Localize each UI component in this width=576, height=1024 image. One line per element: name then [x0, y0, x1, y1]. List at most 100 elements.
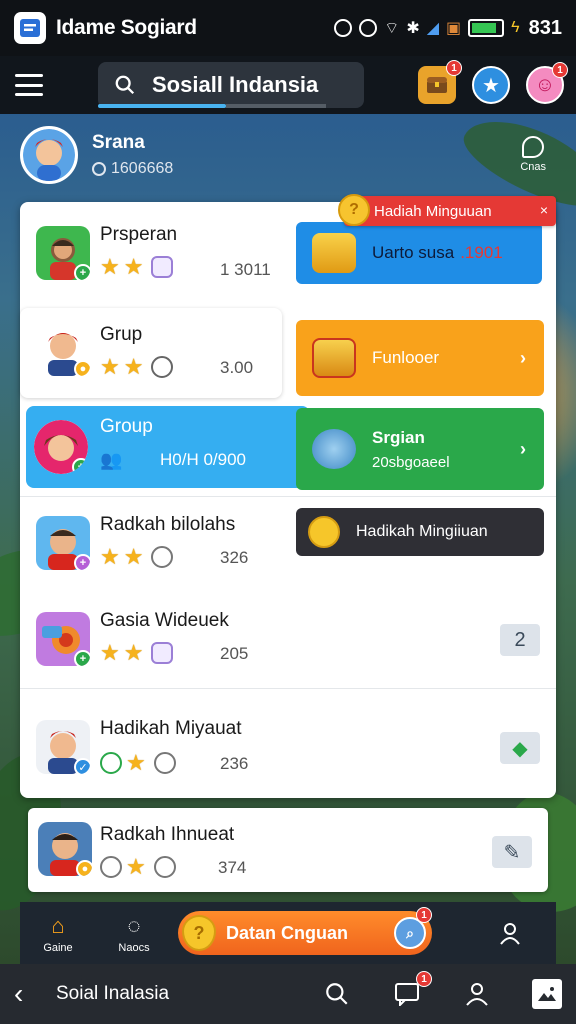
tile-price: .1901: [460, 243, 503, 262]
tile-text: Srgian 20sbgoaeel: [372, 428, 450, 471]
avatar: ●: [38, 822, 92, 876]
status-bar: Idame Sogiard ⌔ ✱ ◢ ▣ ϟ 831: [0, 0, 576, 56]
profile-id: 1606668: [92, 160, 173, 178]
search-progress: [98, 104, 226, 108]
star-icon[interactable]: ★: [472, 66, 510, 104]
lock-icon: [100, 856, 122, 878]
search-icon[interactable]: [322, 979, 352, 1009]
members-icon: 👥: [100, 450, 123, 470]
gold-bars-icon: [312, 233, 356, 273]
list-item-card[interactable]: ● Grup ★ ★ 3.00: [20, 308, 282, 398]
add-friend-icon: +: [74, 650, 90, 666]
verified-icon: ✓: [74, 758, 90, 774]
rating: ★: [100, 752, 176, 774]
top-actions: 1 ★ ☺ 1: [418, 60, 568, 104]
avatar: ●: [36, 322, 90, 376]
list-item-card[interactable]: + Prsperan ★ ★ 1 3011: [20, 202, 282, 300]
coin-icon: [308, 516, 340, 548]
star-icon: ★: [123, 544, 144, 569]
clock: 831: [528, 16, 562, 39]
smiley-icon[interactable]: ☺ 1: [526, 62, 568, 104]
rating: ★ ★: [100, 544, 174, 569]
chat-shortcut-label: Cnas: [520, 161, 546, 173]
charging-icon: ϟ: [511, 19, 520, 36]
item-title: Radkah bilolahs: [100, 514, 236, 535]
item-title: Gasia Wideuek: [100, 610, 229, 631]
gift-box-icon: [312, 338, 356, 378]
star-icon: ★: [100, 544, 120, 569]
item-title: Group: [100, 416, 153, 437]
item-value: 1 3011: [220, 260, 271, 279]
character-icon: [312, 429, 356, 469]
coin-icon: ?: [338, 194, 370, 226]
message-icon[interactable]: 1: [392, 971, 432, 1009]
gift-box-button[interactable]: Funlooer ›: [296, 320, 544, 396]
list-item[interactable]: ● Radkah Ihnueat ★ 374 ✎: [28, 808, 548, 892]
crown-icon: [153, 856, 176, 878]
list-item[interactable]: + Group 👥 H0/H 0/900 Srgian 20sbgoaeel ›: [20, 406, 556, 492]
sync-icon: [334, 19, 353, 37]
list-item[interactable]: + Prsperan ★ ★ 1 3011 Uarto susa .1901 ? …: [20, 194, 556, 300]
top-bar: 1 ★ ☺ 1: [0, 56, 576, 114]
add-friend-icon: +: [74, 264, 90, 280]
home-icon: ⌂: [51, 912, 65, 938]
profile-id-value: 1606668: [111, 160, 174, 177]
edit-chip[interactable]: ✎: [492, 836, 532, 868]
list-item[interactable]: + Radkah bilolahs ★ ★ 326 Hadikah Mingiiu…: [20, 502, 556, 592]
gold-offer-button[interactable]: Uarto susa .1901: [296, 222, 542, 284]
tab-profile[interactable]: [472, 902, 548, 964]
shield-icon: [151, 642, 174, 664]
list-item[interactable]: + Gasia Wideuek ★ ★ 205 2: [20, 598, 556, 688]
item-title: Hadikah Miyauat: [100, 718, 242, 739]
rank-chip[interactable]: 2: [500, 624, 540, 656]
item-value: 236: [220, 754, 249, 773]
leaf-chip[interactable]: ◆: [500, 732, 540, 764]
rating: ★ ★: [100, 640, 174, 665]
divider: [20, 688, 556, 689]
avatar: +: [36, 612, 90, 666]
app-title: Idame Sogiard: [56, 16, 197, 39]
weekly-reward-button[interactable]: Hadikah Mingiiuan: [296, 508, 544, 556]
bluetooth-icon: ✱: [406, 20, 420, 37]
avatar: +: [34, 420, 88, 474]
group-invite-button[interactable]: Srgian 20sbgoaeel ›: [296, 408, 544, 490]
crown-icon: [151, 546, 174, 568]
close-icon[interactable]: ×: [540, 202, 548, 218]
notification-badge: 1: [416, 907, 432, 923]
avatar: ✓: [36, 720, 90, 774]
list-item[interactable]: ● Grup ★ ★ 3.00 Funlooer ›: [20, 308, 556, 398]
claim-reward-button[interactable]: ? Datan Cnguan ⌕ 1: [178, 907, 432, 955]
back-arrow-icon[interactable]: ‹: [14, 978, 44, 1010]
gallery-icon[interactable]: [532, 979, 562, 1009]
avatar: +: [36, 516, 90, 570]
item-value: 205: [220, 644, 249, 663]
coin-icon: ?: [182, 915, 216, 951]
star-icon: ★: [100, 354, 120, 379]
status-icons: ⌔ ✱ ◢ ▣ ϟ 831: [334, 17, 562, 40]
item-title: Prsperan: [100, 224, 178, 245]
star-icon: ★: [100, 640, 120, 665]
weekly-reward-ribbon[interactable]: ? Hadiah Minguuan ×: [338, 194, 556, 226]
search-input[interactable]: [152, 72, 342, 98]
friends-icon[interactable]: [462, 979, 492, 1009]
list-item-card[interactable]: + Group 👥 H0/H 0/900: [26, 406, 310, 488]
tab-home[interactable]: ⌂ Gaine: [20, 902, 96, 964]
user-icon: [500, 923, 520, 945]
timer-icon: [151, 356, 174, 378]
tab-notices[interactable]: ◌ Naocs: [96, 902, 172, 964]
notification-badge: 1: [416, 971, 432, 987]
cta-label: Datan Cnguan: [226, 922, 349, 943]
treasure-chest-icon[interactable]: 1: [418, 60, 462, 104]
add-friend-icon: +: [72, 458, 88, 474]
item-value: 374: [218, 858, 247, 877]
profile-header[interactable]: Srana 1606668: [20, 126, 173, 184]
avatar[interactable]: [20, 126, 78, 184]
search-box[interactable]: [98, 62, 364, 108]
chevron-right-icon: ›: [520, 438, 526, 459]
hamburger-menu-icon[interactable]: [12, 70, 46, 100]
tile-sublabel: 20sbgoaeel: [372, 453, 450, 471]
minus-icon: [100, 752, 122, 774]
chat-shortcut[interactable]: Cnas: [520, 136, 546, 173]
item-value: 326: [220, 548, 249, 567]
list-item[interactable]: ✓ Hadikah Miyauat ★ 236 ◆: [20, 702, 556, 792]
